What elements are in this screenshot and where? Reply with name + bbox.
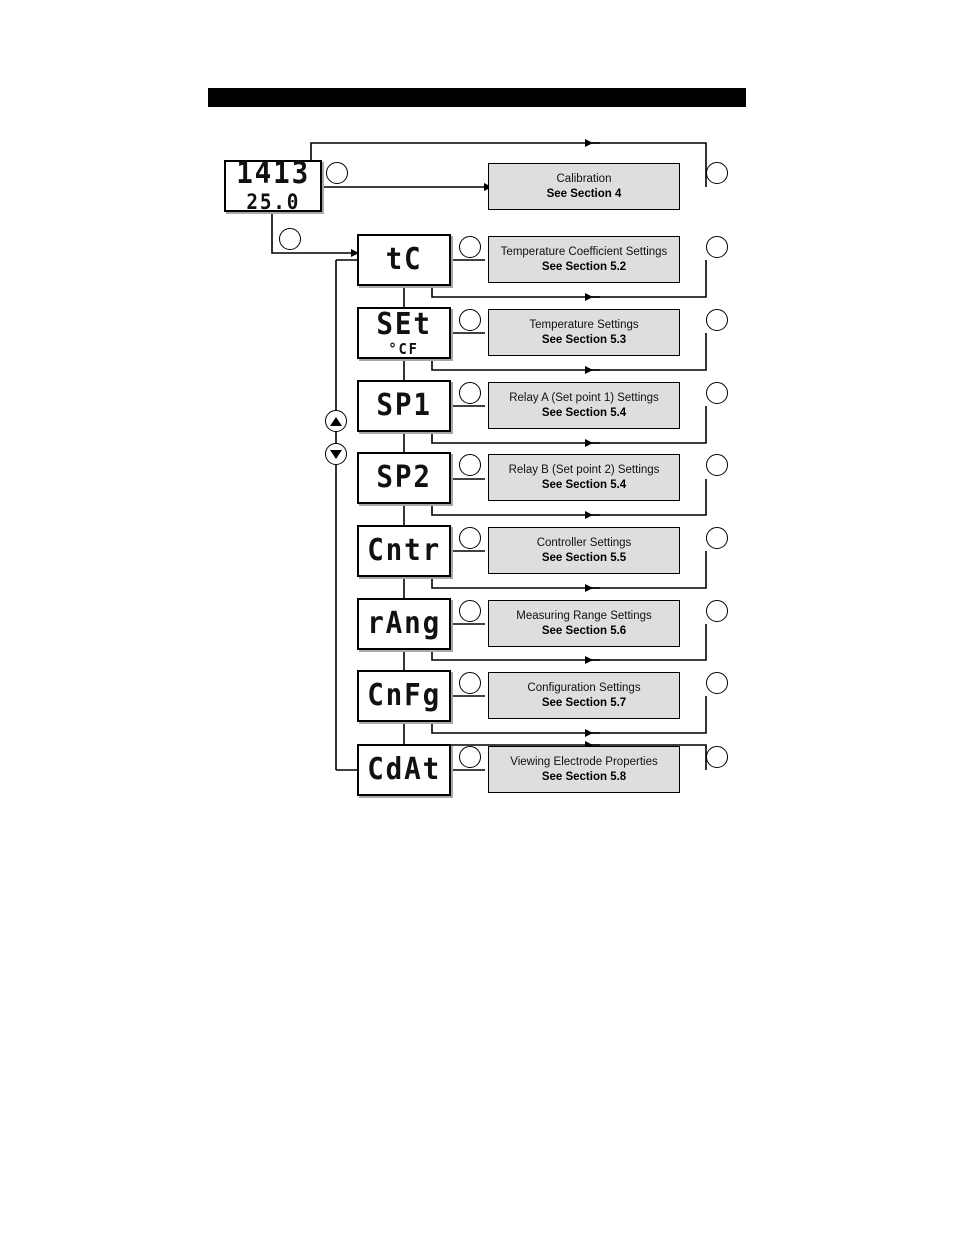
key-circle-enter-sp2[interactable]: [459, 454, 481, 476]
menu-code-label: SEt: [376, 306, 432, 342]
desc-section: See Section 5.5: [541, 551, 627, 564]
lcd-sub-value: 25.0: [246, 190, 300, 214]
header-black-bar: [208, 88, 746, 107]
key-circle-exit-sp2[interactable]: [706, 454, 728, 476]
key-circle-enter-rang[interactable]: [459, 600, 481, 622]
desc-box-cnfg: Configuration Settings See Section 5.7: [488, 672, 680, 719]
menu-code-label: CnFg: [367, 678, 441, 713]
desc-box-sp2: Relay B (Set point 2) Settings See Sectio…: [488, 454, 680, 501]
menu-code-label: tC: [385, 242, 423, 277]
key-circle-menu-entry[interactable]: [279, 228, 301, 250]
key-circle-exit-set[interactable]: [706, 309, 728, 331]
menu-code-label: rAng: [367, 606, 441, 641]
menu-code-box-sp2: SP2: [357, 452, 451, 504]
triangle-down-icon: [330, 449, 342, 459]
menu-code-label: CdAt: [367, 752, 441, 787]
menu-code-box-sp1: SP1: [357, 380, 451, 432]
key-circle-enter-sp1[interactable]: [459, 382, 481, 404]
desc-section: See Section 5.3: [541, 333, 627, 346]
menu-code-label: SP1: [376, 388, 432, 423]
desc-box-tc: Temperature Coefficient Settings See Sect…: [488, 236, 680, 283]
desc-title: Viewing Electrode Properties: [510, 756, 658, 769]
desc-section: See Section 5.2: [541, 260, 627, 273]
triangle-up-icon: [330, 416, 342, 426]
key-circle-enter-cdat[interactable]: [459, 746, 481, 768]
menu-code-box-cntr: Cntr: [357, 525, 451, 577]
desc-title: Relay A (Set point 1) Settings: [509, 392, 659, 405]
menu-code-box-set: SEt °CF: [357, 307, 451, 359]
menu-code-box-cnfg: CnFg: [357, 670, 451, 722]
desc-box-set: Temperature Settings See Section 5.3: [488, 309, 680, 356]
desc-section: See Section 5.7: [541, 696, 627, 709]
menu-flow-diagram: 1413 25.0 Calibration See Section 4 tC Te…: [0, 0, 954, 1235]
key-circle-exit-cntr[interactable]: [706, 527, 728, 549]
desc-section: See Section 5.6: [541, 624, 627, 637]
key-circle-exit-rang[interactable]: [706, 600, 728, 622]
desc-title: Temperature Settings: [529, 319, 639, 332]
key-circle-exit-cnfg[interactable]: [706, 672, 728, 694]
desc-section: See Section 5.4: [541, 406, 627, 419]
desc-title: Controller Settings: [536, 537, 632, 550]
desc-title: Configuration Settings: [527, 682, 641, 695]
key-circle-enter-set[interactable]: [459, 309, 481, 331]
nav-up-button[interactable]: [325, 410, 347, 432]
desc-box-cdat: Viewing Electrode Properties See Section …: [488, 746, 680, 793]
lcd-main-value: 1413: [236, 156, 310, 191]
desc-box-sp1: Relay A (Set point 1) Settings See Sectio…: [488, 382, 680, 429]
menu-code-box-rang: rAng: [357, 598, 451, 650]
menu-code-sublabel: °CF: [388, 339, 420, 358]
menu-code-label: SP2: [376, 460, 432, 495]
desc-box-cntr: Controller Settings See Section 5.5: [488, 527, 680, 574]
key-circle-exit-tc[interactable]: [706, 236, 728, 258]
desc-section: See Section 5.8: [541, 770, 627, 783]
key-circle-calibration-entry[interactable]: [326, 162, 348, 184]
menu-code-label: Cntr: [367, 533, 441, 568]
desc-title: Relay B (Set point 2) Settings: [508, 464, 660, 477]
key-circle-exit-sp1[interactable]: [706, 382, 728, 404]
menu-code-box-cdat: CdAt: [357, 744, 451, 796]
key-circle-enter-tc[interactable]: [459, 236, 481, 258]
desc-section: See Section 5.4: [541, 478, 627, 491]
menu-code-box-tc: tC: [357, 234, 451, 286]
instrument-lcd-display: 1413 25.0: [224, 156, 322, 214]
desc-title: Measuring Range Settings: [516, 610, 652, 623]
key-circle-enter-cnfg[interactable]: [459, 672, 481, 694]
key-circle-enter-cntr[interactable]: [459, 527, 481, 549]
nav-down-button[interactable]: [325, 443, 347, 465]
desc-title: Calibration: [556, 173, 612, 186]
desc-box-calibration: Calibration See Section 4: [488, 163, 680, 210]
key-circle-exit-cdat[interactable]: [706, 746, 728, 768]
key-circle-calibration-exit[interactable]: [706, 162, 728, 184]
desc-box-rang: Measuring Range Settings See Section 5.6: [488, 600, 680, 647]
desc-section: See Section 4: [546, 187, 622, 200]
desc-title: Temperature Coefficient Settings: [500, 246, 668, 259]
